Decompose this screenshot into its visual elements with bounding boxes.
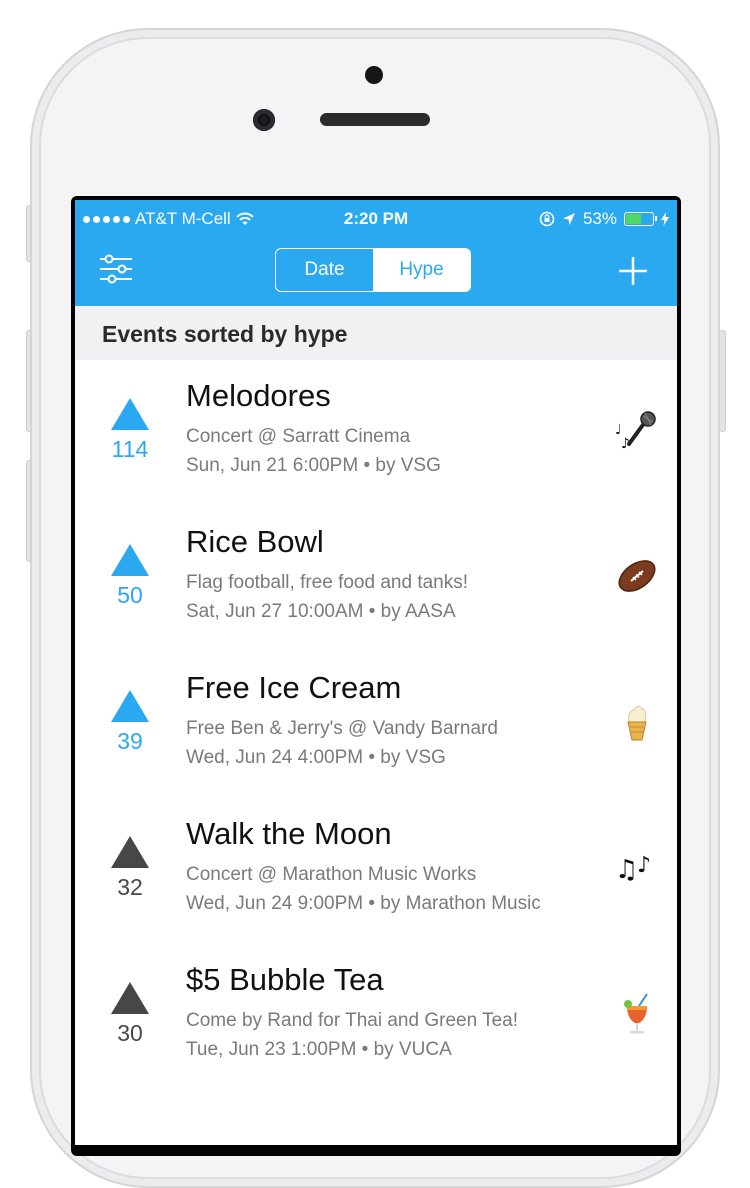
- event-row[interactable]: 30 $5 Bubble Tea Come by Rand for Thai a…: [75, 944, 677, 1090]
- navigation-bar: Date Hype: [75, 238, 677, 306]
- event-row[interactable]: 32 Walk the Moon Concert @ Marathon Musi…: [75, 798, 677, 944]
- upvote-arrow-icon[interactable]: [111, 544, 149, 576]
- power-button: [719, 330, 726, 432]
- vote-count: 32: [117, 874, 143, 900]
- event-description: Concert @ Sarratt Cinema: [186, 426, 411, 447]
- upvote-arrow-icon[interactable]: [111, 690, 149, 722]
- event-meta: Wed, Jun 24 4:00PM • by VSG: [186, 747, 446, 768]
- add-event-icon[interactable]: [617, 255, 649, 287]
- sort-segmented-control: Date Hype: [275, 248, 471, 292]
- event-title: Melodores: [186, 378, 331, 413]
- battery-percent: 53%: [582, 209, 617, 228]
- tropical-drink-icon: [624, 993, 648, 1034]
- front-camera: [253, 109, 275, 131]
- event-row[interactable]: 39 Free Ice Cream Free Ben & Jerry's @ V…: [75, 652, 677, 798]
- event-title: Rice Bowl: [186, 524, 324, 559]
- vote-control: 50: [110, 544, 150, 609]
- microphone-music-icon: ♩ ♪: [615, 411, 656, 452]
- vote-count: 114: [111, 436, 149, 462]
- vote-control: 32: [110, 836, 150, 901]
- segment-date[interactable]: Date: [276, 249, 373, 291]
- event-row[interactable]: 50 Rice Bowl Flag football, free food an…: [75, 506, 677, 652]
- event-description: Concert @ Marathon Music Works: [186, 864, 477, 885]
- event-description: Free Ben & Jerry's @ Vandy Barnard: [186, 718, 498, 739]
- upvote-arrow-icon[interactable]: [111, 836, 149, 868]
- event-description: Flag football, free food and tanks!: [186, 572, 469, 593]
- event-meta: Sun, Jun 21 6:00PM • by VSG: [186, 455, 441, 476]
- vote-control: 39: [110, 690, 150, 755]
- event-description: Come by Rand for Thai and Green Tea!: [186, 1010, 518, 1031]
- vote-control: 30: [110, 982, 150, 1047]
- vote-control: 114: [110, 398, 150, 463]
- rotation-lock-icon: [539, 211, 555, 227]
- section-header: Events sorted by hype: [75, 306, 677, 360]
- status-bar: AT&T M-Cell 2:20 PM 53%: [75, 200, 677, 238]
- event-title: Free Ice Cream: [186, 670, 402, 705]
- vote-count: 30: [117, 1020, 143, 1046]
- status-right: 53%: [539, 209, 669, 229]
- music-notes-icon: ♫ ♪: [615, 853, 651, 885]
- vote-count: 39: [117, 728, 143, 754]
- location-arrow-icon: [562, 213, 575, 225]
- earpiece-speaker: [320, 113, 430, 126]
- event-meta: Tue, Jun 23 1:00PM • by VUCA: [186, 1039, 452, 1060]
- upvote-arrow-icon[interactable]: [111, 982, 149, 1014]
- battery-icon: [624, 212, 657, 226]
- section-title: Events sorted by hype: [102, 321, 348, 347]
- app-screen: AT&T M-Cell 2:20 PM 53% Date Hype Events…: [75, 200, 677, 1145]
- event-title: $5 Bubble Tea: [186, 962, 384, 997]
- proximity-sensor: [365, 66, 383, 84]
- svg-text:♪: ♪: [621, 436, 630, 452]
- vote-count: 50: [117, 582, 143, 608]
- segment-hype[interactable]: Hype: [373, 249, 470, 291]
- svg-text:♪: ♪: [637, 853, 651, 878]
- event-row[interactable]: 114 Melodores Concert @ Sarratt Cinema S…: [75, 360, 677, 506]
- upvote-arrow-icon[interactable]: [111, 398, 149, 430]
- event-meta: Wed, Jun 24 9:00PM • by Marathon Music: [186, 893, 541, 914]
- filter-sliders-icon[interactable]: [99, 252, 133, 286]
- svg-text:♫: ♫: [615, 855, 638, 885]
- ice-cream-icon: [627, 705, 647, 741]
- event-meta: Sat, Jun 27 10:00AM • by AASA: [186, 601, 456, 622]
- football-icon: [618, 560, 656, 592]
- event-title: Walk the Moon: [186, 816, 392, 851]
- charging-bolt-icon: [661, 212, 669, 226]
